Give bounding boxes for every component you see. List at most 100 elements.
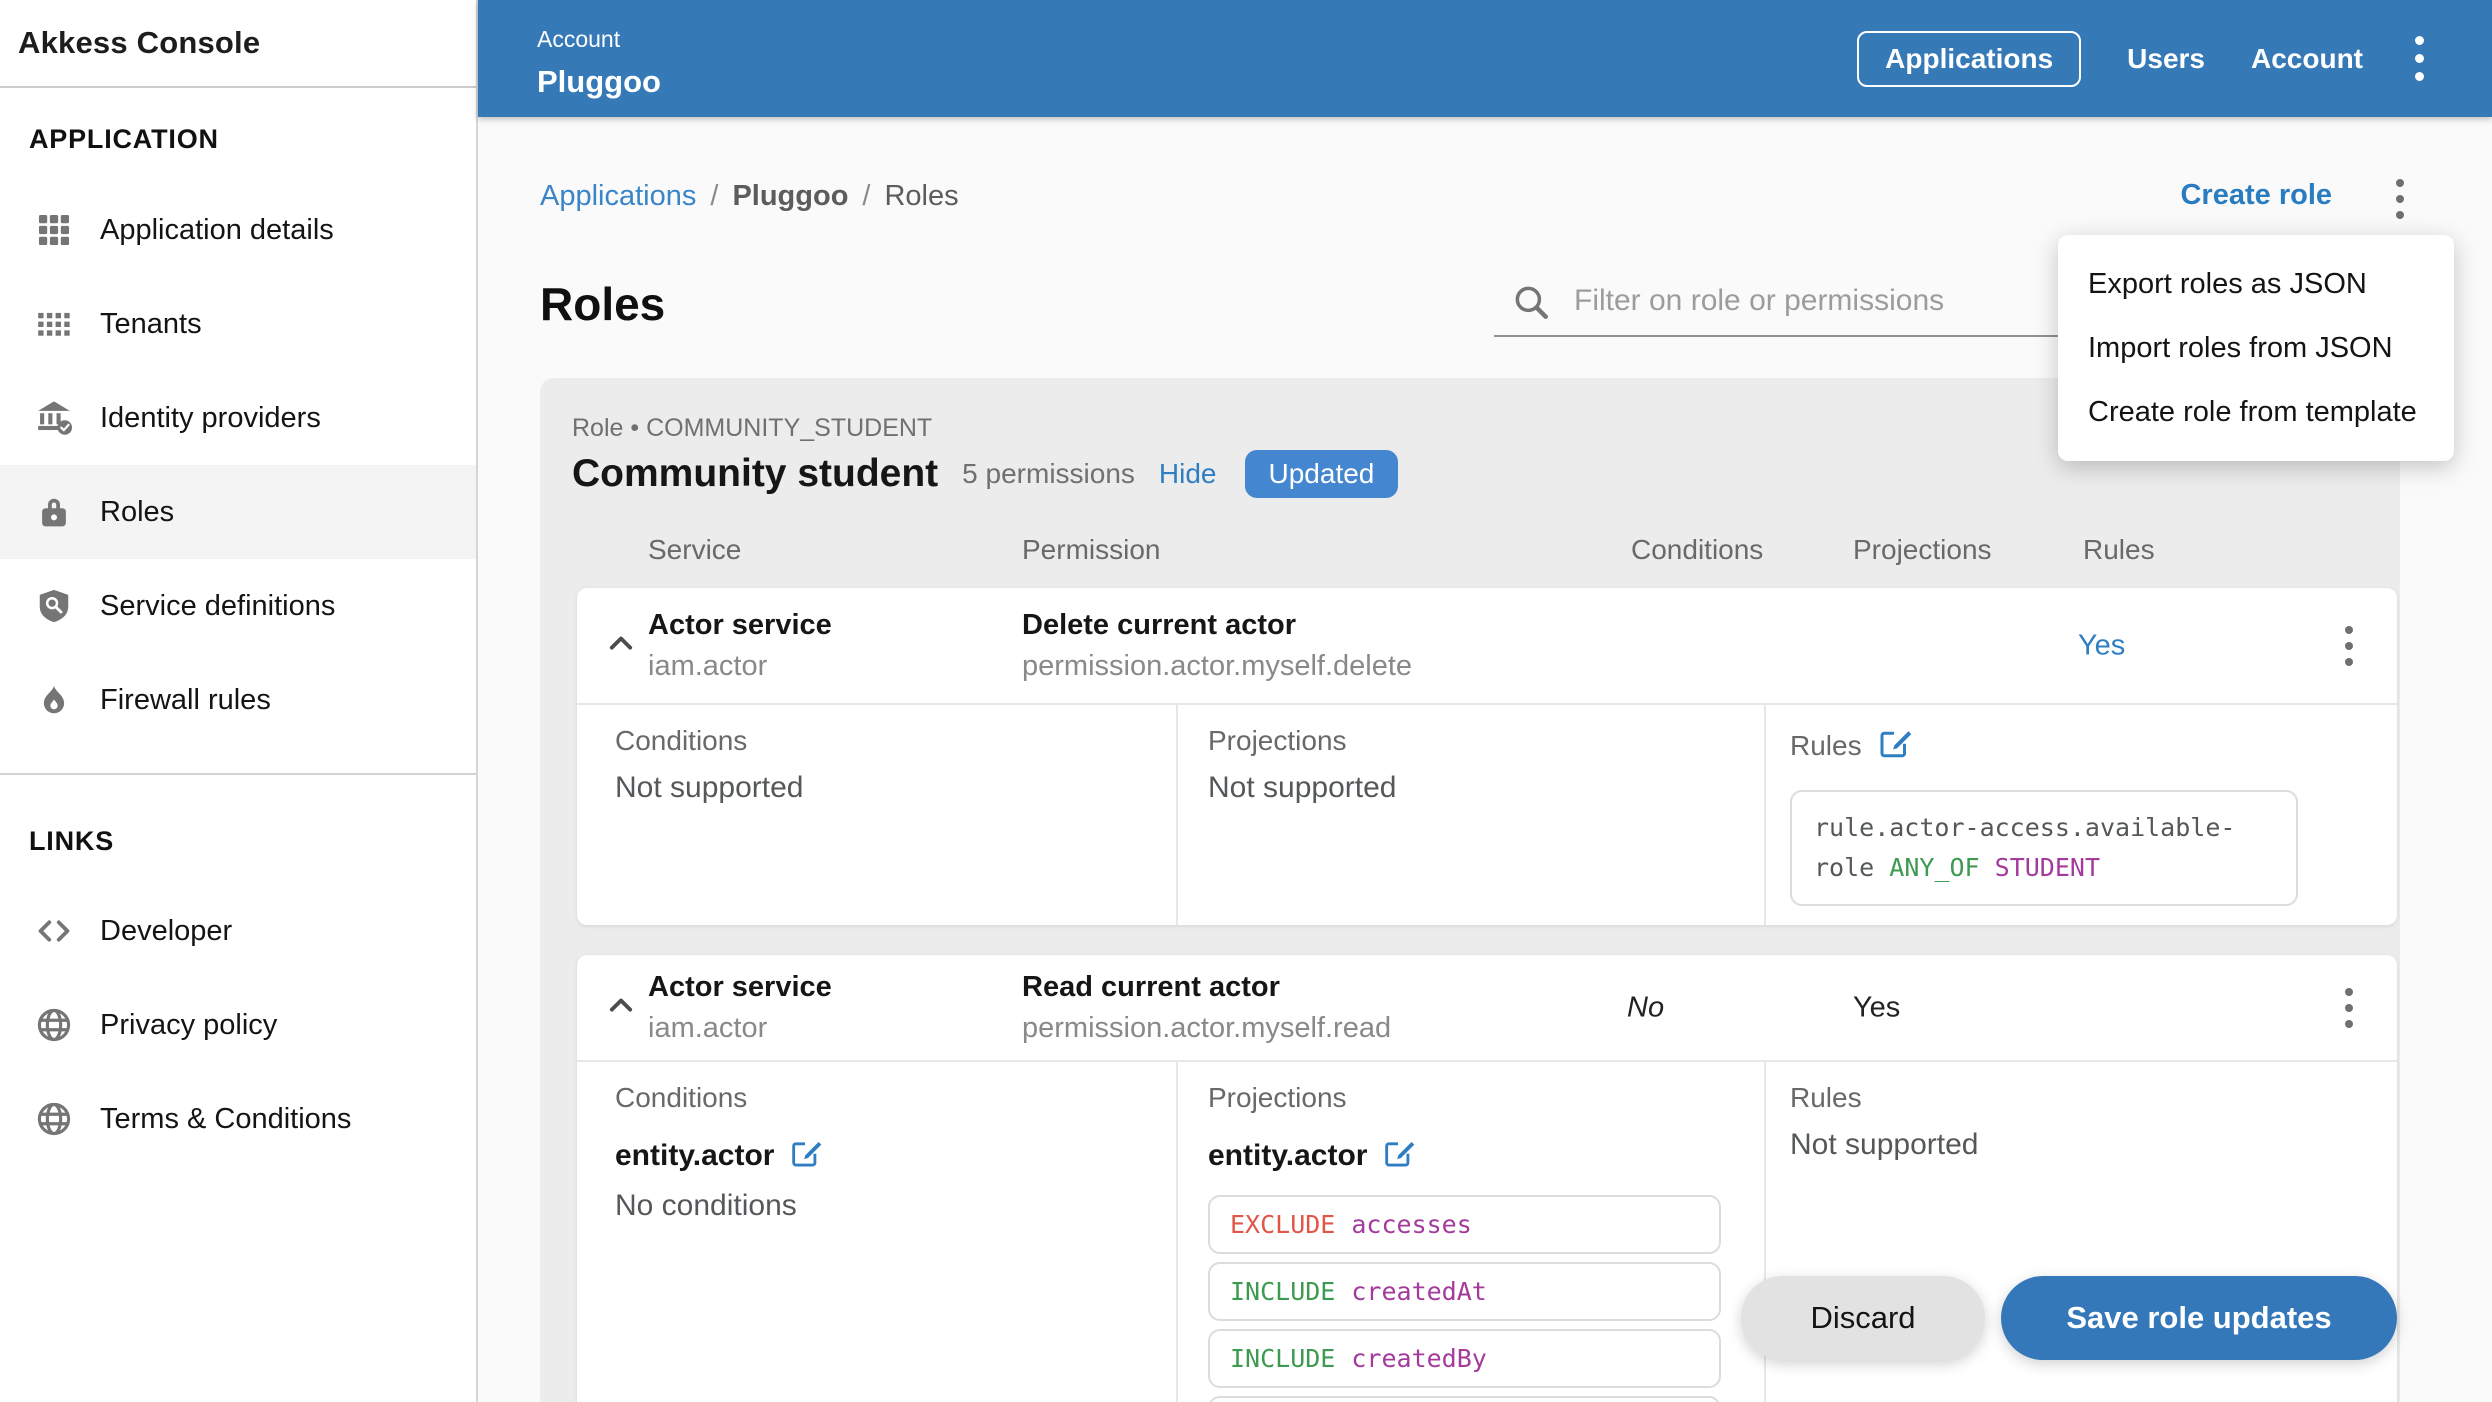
projection-chip-list: EXCLUDE accesses INCLUDE createdAt INCLU…	[1208, 1195, 1721, 1402]
edit-projections-icon[interactable]	[1381, 1136, 1415, 1175]
edit-conditions-icon[interactable]	[788, 1136, 822, 1175]
app-title: Akkess Console	[18, 25, 261, 60]
projections-label: Projections	[1208, 1082, 1347, 1113]
sidebar-item-label: Application details	[100, 213, 334, 246]
rules-detail: Rules rule.actor-access.available-role A…	[1790, 725, 2298, 906]
sidebar-item-label: Roles	[100, 495, 175, 528]
rules-value: Not supported	[1790, 1128, 1979, 1161]
sidebar-item-terms-conditions[interactable]: Terms & Conditions	[0, 1072, 476, 1166]
column-divider	[1764, 705, 1766, 925]
page-title: Roles	[540, 278, 666, 330]
sidebar-item-label: Privacy policy	[100, 1008, 278, 1041]
column-header-conditions: Conditions	[1631, 534, 1764, 565]
rule-value: STUDENT	[1994, 853, 2101, 882]
breadcrumb-applications[interactable]: Applications	[540, 180, 696, 213]
discard-button[interactable]: Discard	[1741, 1276, 1985, 1360]
role-status-badge: Updated	[1244, 450, 1399, 498]
conditions-label: Conditions	[615, 725, 748, 756]
projections-summary: Yes	[1853, 991, 1901, 1023]
topbar-kebab-menu-icon[interactable]	[2409, 26, 2430, 92]
projection-op: INCLUDE	[1230, 1344, 1336, 1373]
projections-value: Not supported	[1208, 771, 1397, 804]
sidebar-item-roles[interactable]: Roles	[0, 465, 476, 559]
menu-item-import-roles[interactable]: Import roles from JSON	[2058, 316, 2454, 380]
sidebar-item-firewall-rules[interactable]: Firewall rules	[0, 653, 476, 747]
column-header-rules: Rules	[2083, 534, 2155, 565]
globe-icon	[34, 1099, 74, 1139]
topnav-users-link[interactable]: Users	[2127, 43, 2205, 75]
projection-chip	[1208, 1396, 1721, 1402]
projection-field: accesses	[1351, 1210, 1472, 1239]
column-header-service: Service	[648, 534, 742, 565]
conditions-detail: Conditions entity.actor No conditions	[615, 1082, 822, 1223]
service-cell: Actor service iam.actor	[648, 971, 832, 1045]
roles-actions-menu: Export roles as JSON Import roles from J…	[2058, 235, 2454, 461]
service-name: Actor service	[648, 970, 832, 1003]
sidebar-item-label: Identity providers	[100, 401, 321, 434]
sidebar-item-developer[interactable]: Developer	[0, 884, 476, 978]
rules-detail: Rules Not supported	[1790, 1082, 1978, 1162]
collapse-chevron-up-icon[interactable]	[601, 985, 641, 1030]
shield-search-icon	[34, 586, 74, 626]
menu-item-create-role-from-template[interactable]: Create role from template	[2058, 380, 2454, 444]
sidebar-item-label: Developer	[100, 914, 233, 947]
rules-label: Rules	[1790, 729, 1862, 761]
service-id: iam.actor	[648, 1011, 768, 1044]
sidebar-item-label: Tenants	[100, 307, 202, 340]
save-role-updates-button[interactable]: Save role updates	[2001, 1276, 2397, 1360]
dots-grid-icon	[34, 304, 74, 344]
edit-rules-icon[interactable]	[1876, 725, 1912, 766]
breadcrumb-separator: /	[862, 180, 871, 212]
topbar-account-name: Pluggoo	[537, 64, 661, 99]
conditions-label: Conditions	[615, 1082, 748, 1113]
sidebar-item-identity-providers[interactable]: Identity providers	[0, 371, 476, 465]
projection-field: createdBy	[1351, 1344, 1487, 1373]
projections-label: Projections	[1208, 725, 1347, 756]
menu-item-export-roles[interactable]: Export roles as JSON	[2058, 252, 2454, 316]
column-divider	[1176, 705, 1178, 925]
topnav-applications-button[interactable]: Applications	[1857, 30, 2082, 87]
permission-kebab-menu-icon[interactable]	[2345, 984, 2353, 1032]
sidebar-section-links: LINKS	[29, 826, 114, 856]
permission-row: Actor service iam.actor Delete current a…	[577, 588, 2397, 703]
permission-detail: Conditions Not supported Projections Not…	[577, 703, 2397, 925]
create-role-button[interactable]: Create role	[2180, 179, 2332, 212]
sidebar-item-application-details[interactable]: Application details	[0, 183, 476, 277]
sidebar-item-service-definitions[interactable]: Service definitions	[0, 559, 476, 653]
column-divider	[1176, 1062, 1178, 1402]
rules-summary-link[interactable]: Yes	[2078, 629, 2125, 662]
permission-name: Delete current actor	[1022, 608, 1296, 641]
topnav-account-link[interactable]: Account	[2251, 43, 2363, 75]
role-category: Role	[572, 414, 624, 442]
role-card-community-student: Role • COMMUNITY_STUDENT Community stude…	[540, 378, 2400, 1402]
search-icon	[1510, 281, 1552, 328]
projection-chip: INCLUDE createdAt	[1208, 1262, 1721, 1321]
sidebar-item-privacy-policy[interactable]: Privacy policy	[0, 978, 476, 1072]
permission-id: permission.actor.myself.read	[1022, 1011, 1392, 1044]
topbar: Account Pluggoo Applications Users Accou…	[478, 0, 2492, 117]
role-meta-separator: •	[630, 414, 640, 442]
collapse-chevron-up-icon[interactable]	[601, 623, 641, 668]
sidebar-item-tenants[interactable]: Tenants	[0, 277, 476, 371]
conditions-detail: Conditions Not supported	[615, 725, 803, 805]
role-permission-count: 5 permissions	[962, 458, 1135, 489]
code-icon	[34, 911, 74, 951]
main-content: Applications / Pluggoo / Roles Create ro…	[478, 117, 2492, 1402]
app-grid-icon	[34, 210, 74, 250]
column-header-permission: Permission	[1022, 534, 1161, 565]
projection-op: EXCLUDE	[1230, 1210, 1336, 1239]
permission-row: Actor service iam.actor Read current act…	[577, 955, 2397, 1060]
roles-kebab-menu-icon[interactable]	[2396, 175, 2404, 223]
projections-detail: Projections entity.actor EXCLUDE accesse…	[1208, 1082, 1721, 1402]
rule-operator: ANY_OF	[1889, 853, 1980, 882]
service-cell: Actor service iam.actor	[648, 609, 832, 683]
permission-kebab-menu-icon[interactable]	[2345, 622, 2353, 670]
role-hide-link[interactable]: Hide	[1159, 458, 1217, 490]
column-header-projections: Projections	[1853, 534, 1992, 565]
sidebar-nav-application: Application details Tenants Identity pro…	[0, 183, 476, 747]
breadcrumb-roles: Roles	[884, 180, 959, 212]
sidebar-nav-links: Developer Privacy policy Terms & Conditi…	[0, 884, 476, 1166]
permissions-table-header: Service Permission Conditions Projection…	[540, 534, 2400, 570]
sidebar-item-label: Terms & Conditions	[100, 1102, 352, 1135]
breadcrumb-pluggoo[interactable]: Pluggoo	[732, 180, 848, 213]
